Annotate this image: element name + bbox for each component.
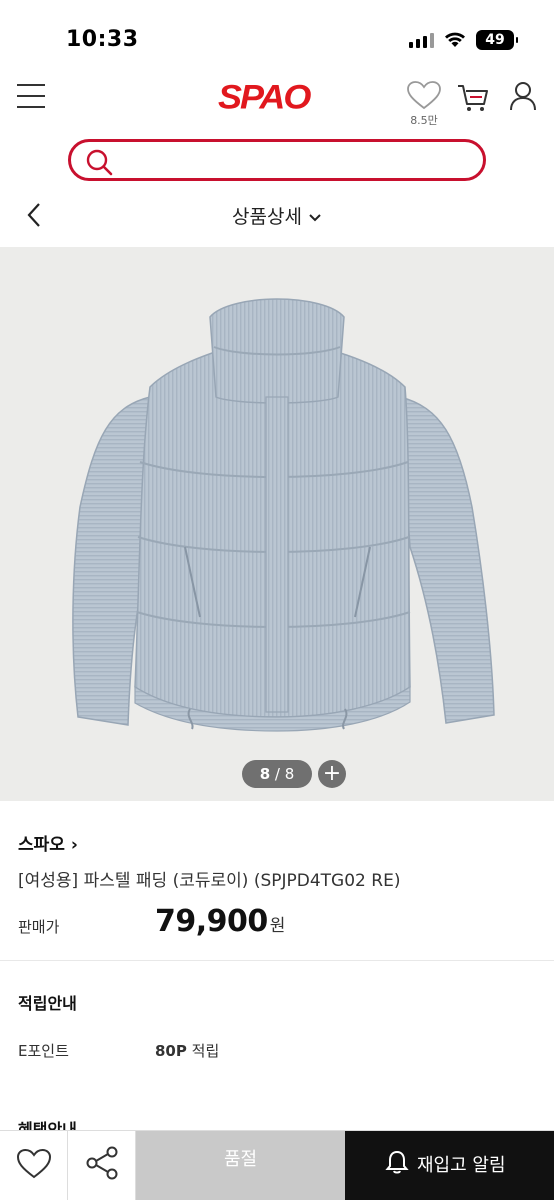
menu-button[interactable] xyxy=(17,84,45,108)
brand-name: 스파오 xyxy=(18,835,65,855)
status-icons: 49 xyxy=(409,30,518,50)
share-icon xyxy=(86,1146,118,1180)
account-button[interactable] xyxy=(508,80,540,114)
image-pager: 8 / 8 xyxy=(242,760,312,788)
price-value: 79,900 원 xyxy=(155,904,285,939)
price-label: 판매가 xyxy=(18,918,60,936)
spao-logo[interactable]: SPAO xyxy=(218,77,311,117)
bottom-action-bar: 품절 재입고 알림 xyxy=(0,1130,554,1200)
chevron-down-icon xyxy=(309,213,321,221)
search-input[interactable] xyxy=(127,148,467,174)
wifi-icon xyxy=(445,32,465,47)
heart-icon xyxy=(407,81,441,110)
pager-separator: / xyxy=(274,765,280,783)
cart-icon xyxy=(458,85,488,111)
search-bar[interactable] xyxy=(68,139,486,181)
wishlist-button[interactable]: 8.5만 xyxy=(402,80,446,128)
menu-icon-line xyxy=(17,84,45,86)
points-amount: 80P xyxy=(155,1042,187,1060)
chevron-right-icon: › xyxy=(70,835,78,855)
signal-icon xyxy=(409,32,434,48)
points-section-title: 적립안내 xyxy=(18,994,77,1013)
restock-label: 재입고 알림 xyxy=(417,1155,506,1176)
points-suffix: 적립 xyxy=(191,1042,220,1060)
section-divider xyxy=(0,960,554,961)
menu-icon-line xyxy=(17,95,45,97)
expand-image-button[interactable]: + xyxy=(318,760,346,788)
like-button[interactable] xyxy=(0,1131,68,1200)
page-title: 상품상세 xyxy=(232,206,302,228)
pager-total: 8 xyxy=(284,765,295,783)
menu-icon-line xyxy=(17,106,45,108)
heart-icon xyxy=(16,1148,52,1179)
wishlist-count: 8.5만 xyxy=(410,114,438,127)
pager-current: 8 xyxy=(259,765,271,783)
status-bar: 10:33 49 xyxy=(0,0,554,70)
product-image-gallery[interactable]: 8 / 8 + xyxy=(0,247,554,801)
share-button[interactable] xyxy=(68,1131,136,1200)
brand-link[interactable]: 스파오 › xyxy=(18,830,78,855)
app-header: SPAO 8.5만 xyxy=(0,70,554,130)
search-icon[interactable] xyxy=(85,148,113,176)
price-unit: 원 xyxy=(269,916,286,936)
bell-icon xyxy=(385,1150,409,1174)
page-subheader: 상품상세 xyxy=(0,194,554,236)
page-title-dropdown[interactable]: 상품상세 xyxy=(0,202,554,229)
cart-button[interactable] xyxy=(456,80,492,116)
points-value: 80P 적립 xyxy=(155,1040,219,1061)
battery-indicator: 49 xyxy=(476,30,518,50)
price-amount: 79,900 xyxy=(155,904,268,939)
status-time: 10:33 xyxy=(66,27,139,52)
restock-alert-button[interactable]: 재입고 알림 xyxy=(345,1131,554,1200)
jacket-image xyxy=(0,247,554,801)
soldout-button[interactable]: 품절 xyxy=(136,1131,345,1200)
points-label: E포인트 xyxy=(18,1042,69,1060)
product-name: [여성용] 파스텔 패딩 (코듀로이) (SPJPD4TG02 RE) xyxy=(18,871,401,891)
user-icon xyxy=(510,82,536,111)
